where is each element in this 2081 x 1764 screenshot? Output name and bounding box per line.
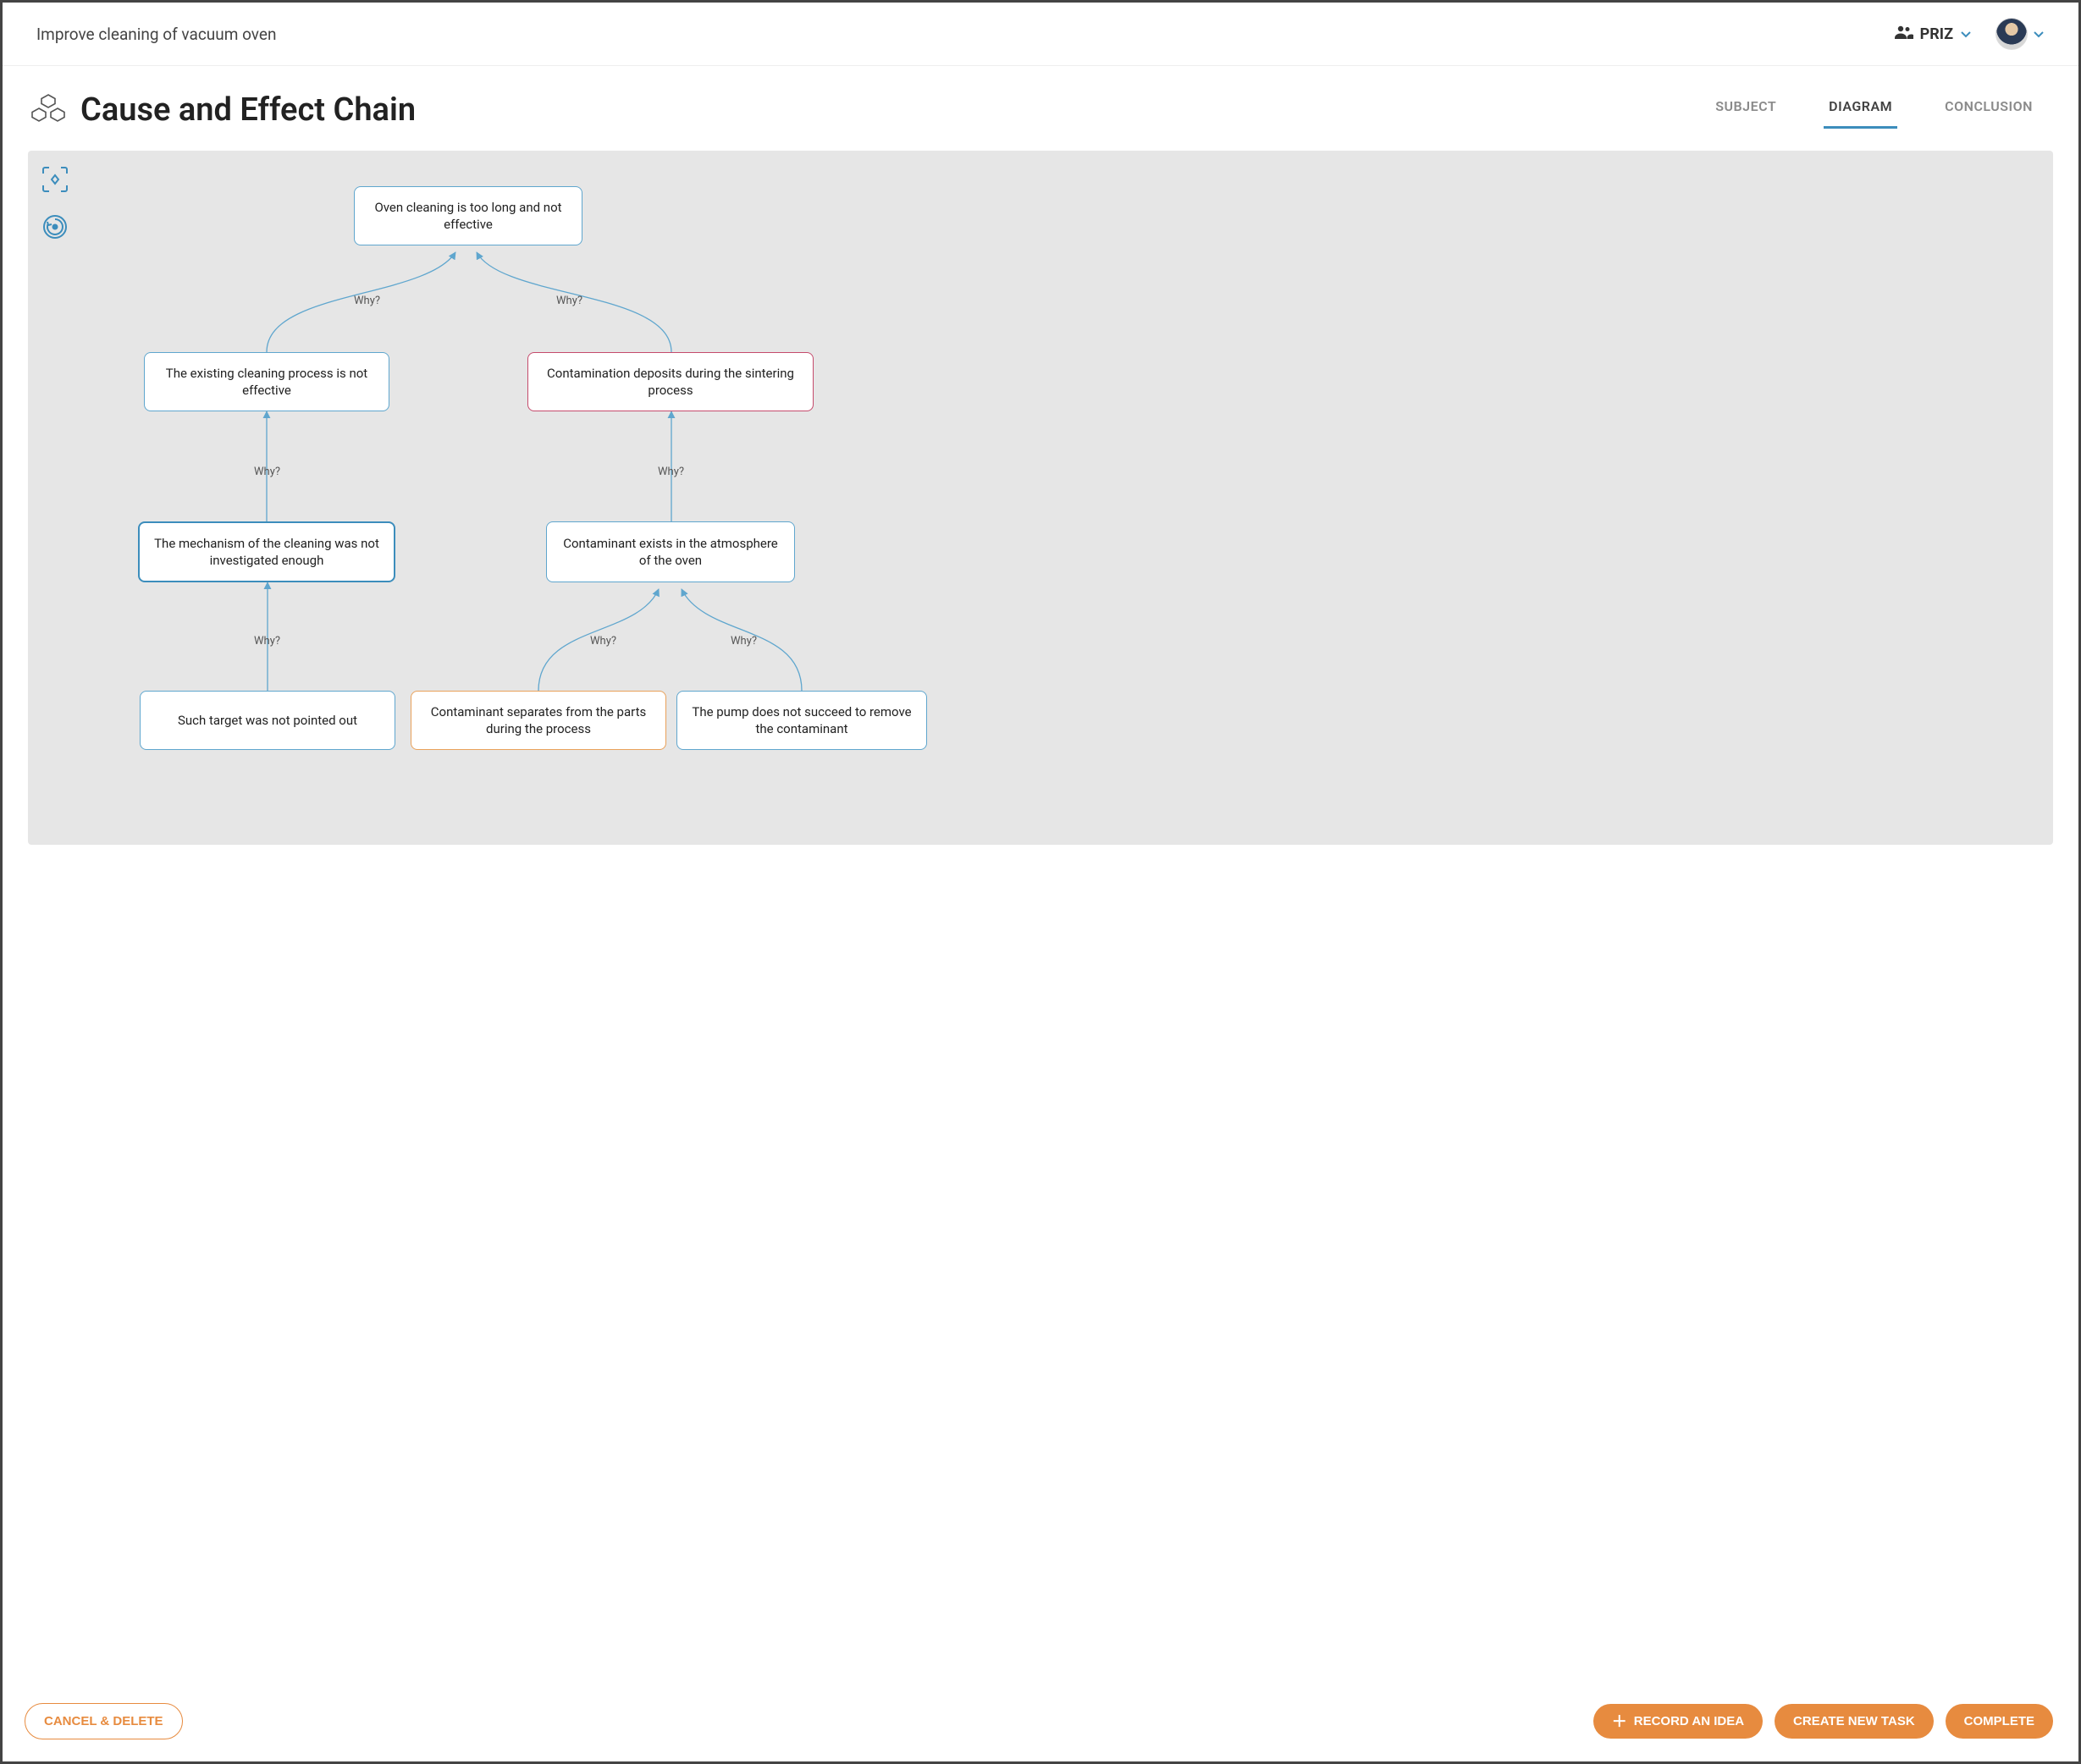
project-title: Improve cleaning of vacuum oven: [36, 25, 276, 44]
refresh-target-icon[interactable]: [40, 212, 70, 245]
diagram-node[interactable]: Contamination deposits during the sinter…: [527, 352, 814, 411]
edge-label: Why?: [254, 466, 280, 478]
tabs: SUBJECT DIAGRAM CONCLUSION: [1710, 91, 2038, 129]
complete-button[interactable]: COMPLETE: [1946, 1704, 2053, 1739]
avatar: [1995, 18, 2028, 50]
diagram-node[interactable]: Oven cleaning is too long and not effect…: [354, 186, 582, 245]
diagram-node[interactable]: The mechanism of the cleaning was not in…: [138, 521, 395, 582]
edge-label: Why?: [731, 635, 757, 648]
tab-conclusion[interactable]: CONCLUSION: [1940, 91, 2038, 129]
diagram-canvas[interactable]: Oven cleaning is too long and not effect…: [28, 151, 2053, 845]
workspace-label: PRIZ: [1920, 25, 1953, 43]
chevron-down-icon: [2033, 26, 2045, 42]
workspace-switcher[interactable]: PRIZ: [1895, 25, 1972, 43]
diagram-node[interactable]: Such target was not pointed out: [140, 691, 395, 750]
people-icon: [1895, 25, 1913, 43]
focus-icon[interactable]: [40, 164, 70, 198]
diagram-node[interactable]: The existing cleaning process is not eff…: [144, 352, 389, 411]
create-new-task-button[interactable]: CREATE NEW TASK: [1775, 1704, 1934, 1739]
page-title: Cause and Effect Chain: [80, 91, 416, 129]
topbar: Improve cleaning of vacuum oven PRIZ: [3, 3, 2078, 66]
tab-subject[interactable]: SUBJECT: [1710, 91, 1781, 129]
chevron-down-icon: [1960, 25, 1972, 43]
edge-label: Why?: [254, 635, 280, 648]
edge-label: Why?: [354, 295, 380, 307]
edge-label: Why?: [658, 466, 684, 478]
page-header: Cause and Effect Chain SUBJECT DIAGRAM C…: [3, 66, 2078, 129]
diagram-node[interactable]: Contaminant separates from the parts dur…: [411, 691, 666, 750]
footer: CANCEL & DELETE ＋ RECORD AN IDEA CREATE …: [3, 1688, 2078, 1761]
diagram-node[interactable]: The pump does not succeed to remove the …: [676, 691, 927, 750]
edge-label: Why?: [590, 635, 616, 648]
cancel-delete-button[interactable]: CANCEL & DELETE: [25, 1703, 183, 1739]
record-idea-label: RECORD AN IDEA: [1634, 1714, 1744, 1728]
edge-label: Why?: [556, 295, 582, 307]
user-menu[interactable]: [1995, 18, 2045, 50]
cause-effect-chain-icon: [31, 91, 65, 129]
record-idea-button[interactable]: ＋ RECORD AN IDEA: [1593, 1704, 1763, 1739]
diagram-node[interactable]: Contaminant exists in the atmosphere of …: [546, 521, 795, 582]
tab-diagram[interactable]: DIAGRAM: [1824, 91, 1897, 129]
